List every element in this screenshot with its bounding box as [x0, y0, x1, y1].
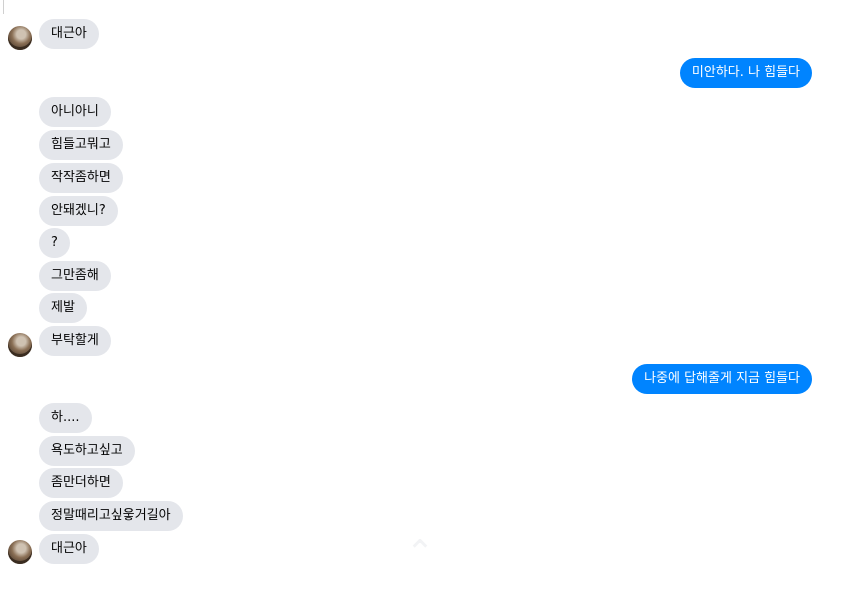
message-incoming[interactable]: 대근아 — [39, 19, 99, 49]
message-incoming[interactable]: 힘들고뭐고 — [39, 130, 123, 160]
message-incoming[interactable]: 제발 — [39, 293, 87, 323]
message-incoming[interactable]: 그만좀해 — [39, 261, 111, 291]
message-incoming[interactable]: 정말때리고싶웋거길아 — [39, 501, 183, 531]
chat-thread: 대근아 미안하다. 나 힘들다 아니아니 힘들고뭐고 작작좀하면 안돼겠니? ?… — [0, 0, 850, 591]
contact-avatar[interactable] — [8, 333, 32, 357]
contact-avatar[interactable] — [8, 540, 32, 564]
message-incoming[interactable]: 대근아 — [39, 534, 99, 564]
message-incoming[interactable]: 안돼겠니? — [39, 196, 118, 226]
message-incoming[interactable]: 하.... — [39, 403, 92, 433]
message-outgoing[interactable]: 미안하다. 나 힘들다 — [679, 58, 812, 88]
message-incoming[interactable]: 좀만더하면 — [39, 468, 123, 498]
message-incoming[interactable]: 부탁할게 — [39, 326, 111, 356]
chevron-up-icon[interactable]: ⌃ — [396, 533, 444, 573]
contact-avatar[interactable] — [8, 26, 32, 50]
message-outgoing[interactable]: 나중에 답해줄게 지금 힘들다 — [632, 364, 812, 394]
message-incoming[interactable]: 작작좀하면 — [39, 163, 123, 193]
message-incoming[interactable]: 욕도하고싶고 — [39, 436, 135, 466]
message-incoming[interactable]: ? — [39, 228, 70, 258]
message-incoming[interactable]: 아니아니 — [39, 97, 111, 127]
window-corner — [0, 0, 4, 14]
